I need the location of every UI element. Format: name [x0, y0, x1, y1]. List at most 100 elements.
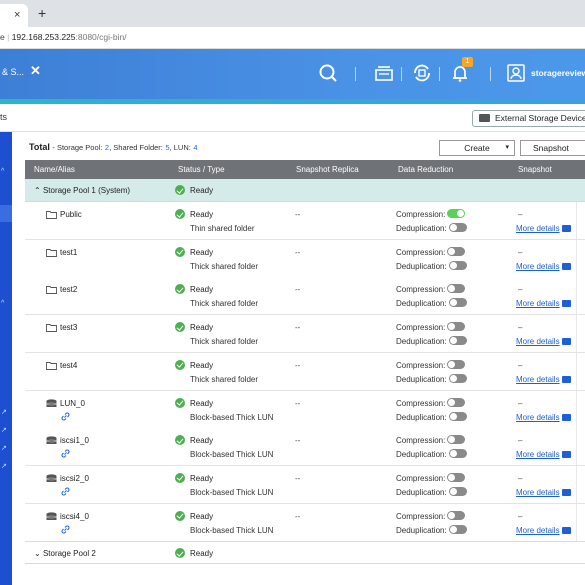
deduplication-setting: Deduplication: — [396, 336, 467, 346]
link-icon[interactable] — [61, 449, 70, 458]
app-tab-title[interactable]: & S... — [2, 67, 24, 77]
more-details-link[interactable]: More details — [516, 413, 571, 422]
deduplication-setting: Deduplication: — [396, 524, 467, 535]
column-name[interactable]: Name/Alias — [34, 165, 75, 174]
pool-name: ⌃ Storage Pool 1 (System) — [34, 186, 130, 195]
compression-toggle[interactable] — [447, 284, 466, 294]
deduplication-toggle[interactable] — [448, 449, 467, 459]
deduplication-toggle[interactable] — [448, 411, 467, 421]
pool-2-name: Storage Pool 2 — [42, 549, 96, 559]
column-divider — [576, 428, 577, 466]
deduplication-toggle[interactable] — [448, 373, 467, 383]
external-storage-button[interactable]: External Storage Device — [472, 110, 585, 127]
table-row[interactable]: test4 Ready Thick shared folder -- Compressi… — [25, 352, 585, 391]
more-details-link[interactable]: More details — [516, 375, 571, 384]
more-details-label: More details — [516, 450, 560, 460]
compression-label: Compression: — [396, 210, 446, 219]
row-status: Ready — [190, 323, 214, 333]
row-name: iscsi2_0 — [60, 473, 89, 483]
app-header: & S... ✕ 1 storagereview — [0, 49, 585, 99]
sidebar-chevron-icon[interactable]: ^ — [1, 300, 4, 307]
more-details-label: More details — [516, 337, 560, 347]
compression-toggle[interactable] — [447, 322, 466, 332]
more-details-link[interactable]: More details — [516, 224, 571, 233]
address-bar[interactable]: e | 192.168.253.225:8080/cgi-bin/ — [0, 27, 585, 49]
chat-bubble-icon — [561, 225, 571, 232]
sidebar: ^ ^ ↗ ↗ ↗ ↗ — [0, 132, 12, 585]
url-text[interactable]: e | 192.168.253.225:8080/cgi-bin/ — [0, 32, 127, 42]
link-icon[interactable] — [61, 487, 70, 496]
compression-toggle[interactable] — [447, 397, 466, 407]
table-row[interactable]: LUN_0 Ready Block-based Thick LUN -- Compres… — [25, 390, 585, 429]
storage-pool-row[interactable]: ⌄ Storage Pool 2 Ready — [25, 541, 585, 565]
deduplication-label: Deduplication: — [396, 299, 447, 309]
user-name[interactable]: storagereview — [531, 68, 585, 78]
table-row[interactable]: Public Ready Thin shared folder -- Compressi… — [25, 202, 585, 240]
column-snapshot[interactable]: Snapshot — [518, 165, 552, 174]
sidebar-external-link-icon[interactable]: ↗ — [1, 444, 7, 452]
more-details-link[interactable]: More details — [516, 299, 571, 308]
link-icon[interactable] — [61, 412, 70, 421]
url-path: :8080/cgi-bin/ — [75, 32, 127, 42]
compression-toggle[interactable] — [447, 246, 466, 256]
shared-folder-label: Shared Folder: — [113, 143, 163, 152]
row-status: Ready — [190, 285, 214, 295]
more-details-link[interactable]: More details — [516, 488, 571, 497]
url-divider: | — [7, 32, 10, 42]
compression-toggle[interactable] — [447, 472, 466, 482]
more-details-link[interactable]: More details — [516, 337, 571, 346]
external-drive-icon — [479, 114, 490, 122]
table-row[interactable]: test3 Ready Thick shared folder -- Compressi… — [25, 315, 585, 354]
ready-check-icon — [175, 284, 185, 295]
link-icon[interactable] — [61, 525, 70, 534]
table-row[interactable]: iscsi2_0 Ready Block-based Thick LUN -- Comp… — [25, 465, 585, 504]
sidebar-chevron-icon[interactable]: ^ — [1, 168, 4, 175]
chevron-down-icon[interactable]: ⌄ — [34, 549, 41, 558]
browser-tab[interactable]: × — [0, 4, 28, 27]
table-row[interactable]: test1 Ready Thick shared folder -- Compressi… — [25, 239, 585, 278]
row-name: test1 — [60, 247, 78, 257]
deduplication-toggle[interactable] — [448, 336, 467, 346]
sidebar-external-link-icon[interactable]: ↗ — [1, 408, 7, 416]
new-tab-icon[interactable]: + — [38, 5, 46, 21]
compression-toggle[interactable] — [447, 435, 466, 445]
table-row[interactable]: iscsi1_0 Ready Block-based Thick LUN -- Comp… — [25, 428, 585, 467]
column-data-reduction[interactable]: Data Reduction — [398, 165, 453, 174]
snapshot-button[interactable]: Snapshot ▾ — [520, 140, 585, 156]
storage-pool-row[interactable]: ⌃ Storage Pool 1 (System) Ready — [25, 179, 585, 202]
create-button[interactable]: Create ▾ — [439, 140, 515, 156]
more-details-link[interactable]: More details — [516, 262, 571, 271]
deduplication-toggle[interactable] — [448, 223, 467, 232]
chat-bubble-icon — [561, 300, 571, 308]
compression-label: Compression: — [396, 285, 446, 295]
deduplication-toggle[interactable] — [448, 260, 467, 270]
compression-toggle[interactable] — [447, 359, 466, 369]
tasks-icon[interactable] — [373, 62, 395, 84]
url-prefix: e — [0, 32, 5, 42]
column-snapshot-replica[interactable]: Snapshot Replica — [296, 165, 359, 174]
more-details-link[interactable]: More details — [516, 526, 571, 535]
app-close-icon[interactable]: ✕ — [30, 63, 41, 79]
column-status-type[interactable]: Status / Type — [178, 165, 225, 174]
row-snapshot-count: – — [518, 473, 523, 483]
table-row[interactable]: iscsi4_0 Ready Block-based Thick LUN -- Comp… — [25, 503, 585, 542]
compression-toggle[interactable] — [447, 510, 466, 520]
header-separator — [401, 67, 402, 81]
more-details-label: More details — [516, 299, 560, 309]
sync-icon[interactable] — [411, 62, 433, 84]
deduplication-toggle[interactable] — [448, 524, 467, 534]
compression-toggle[interactable] — [447, 209, 466, 218]
deduplication-toggle[interactable] — [448, 486, 467, 496]
user-icon[interactable] — [505, 62, 527, 84]
table-row[interactable]: test2 Ready Thick shared folder -- Compressi… — [25, 277, 585, 316]
sidebar-external-link-icon[interactable]: ↗ — [1, 462, 7, 470]
sidebar-selected-item[interactable] — [0, 205, 12, 222]
more-details-link[interactable]: More details — [516, 450, 571, 459]
sidebar-external-link-icon[interactable]: ↗ — [1, 426, 7, 434]
chevron-up-icon[interactable]: ⌃ — [34, 186, 41, 195]
search-icon[interactable] — [317, 62, 339, 84]
row-snapshot-replica: -- — [295, 247, 301, 257]
tab-close-icon[interactable]: × — [14, 9, 20, 21]
deduplication-toggle[interactable] — [448, 298, 467, 308]
row-type: Block-based Thick LUN — [190, 487, 274, 497]
